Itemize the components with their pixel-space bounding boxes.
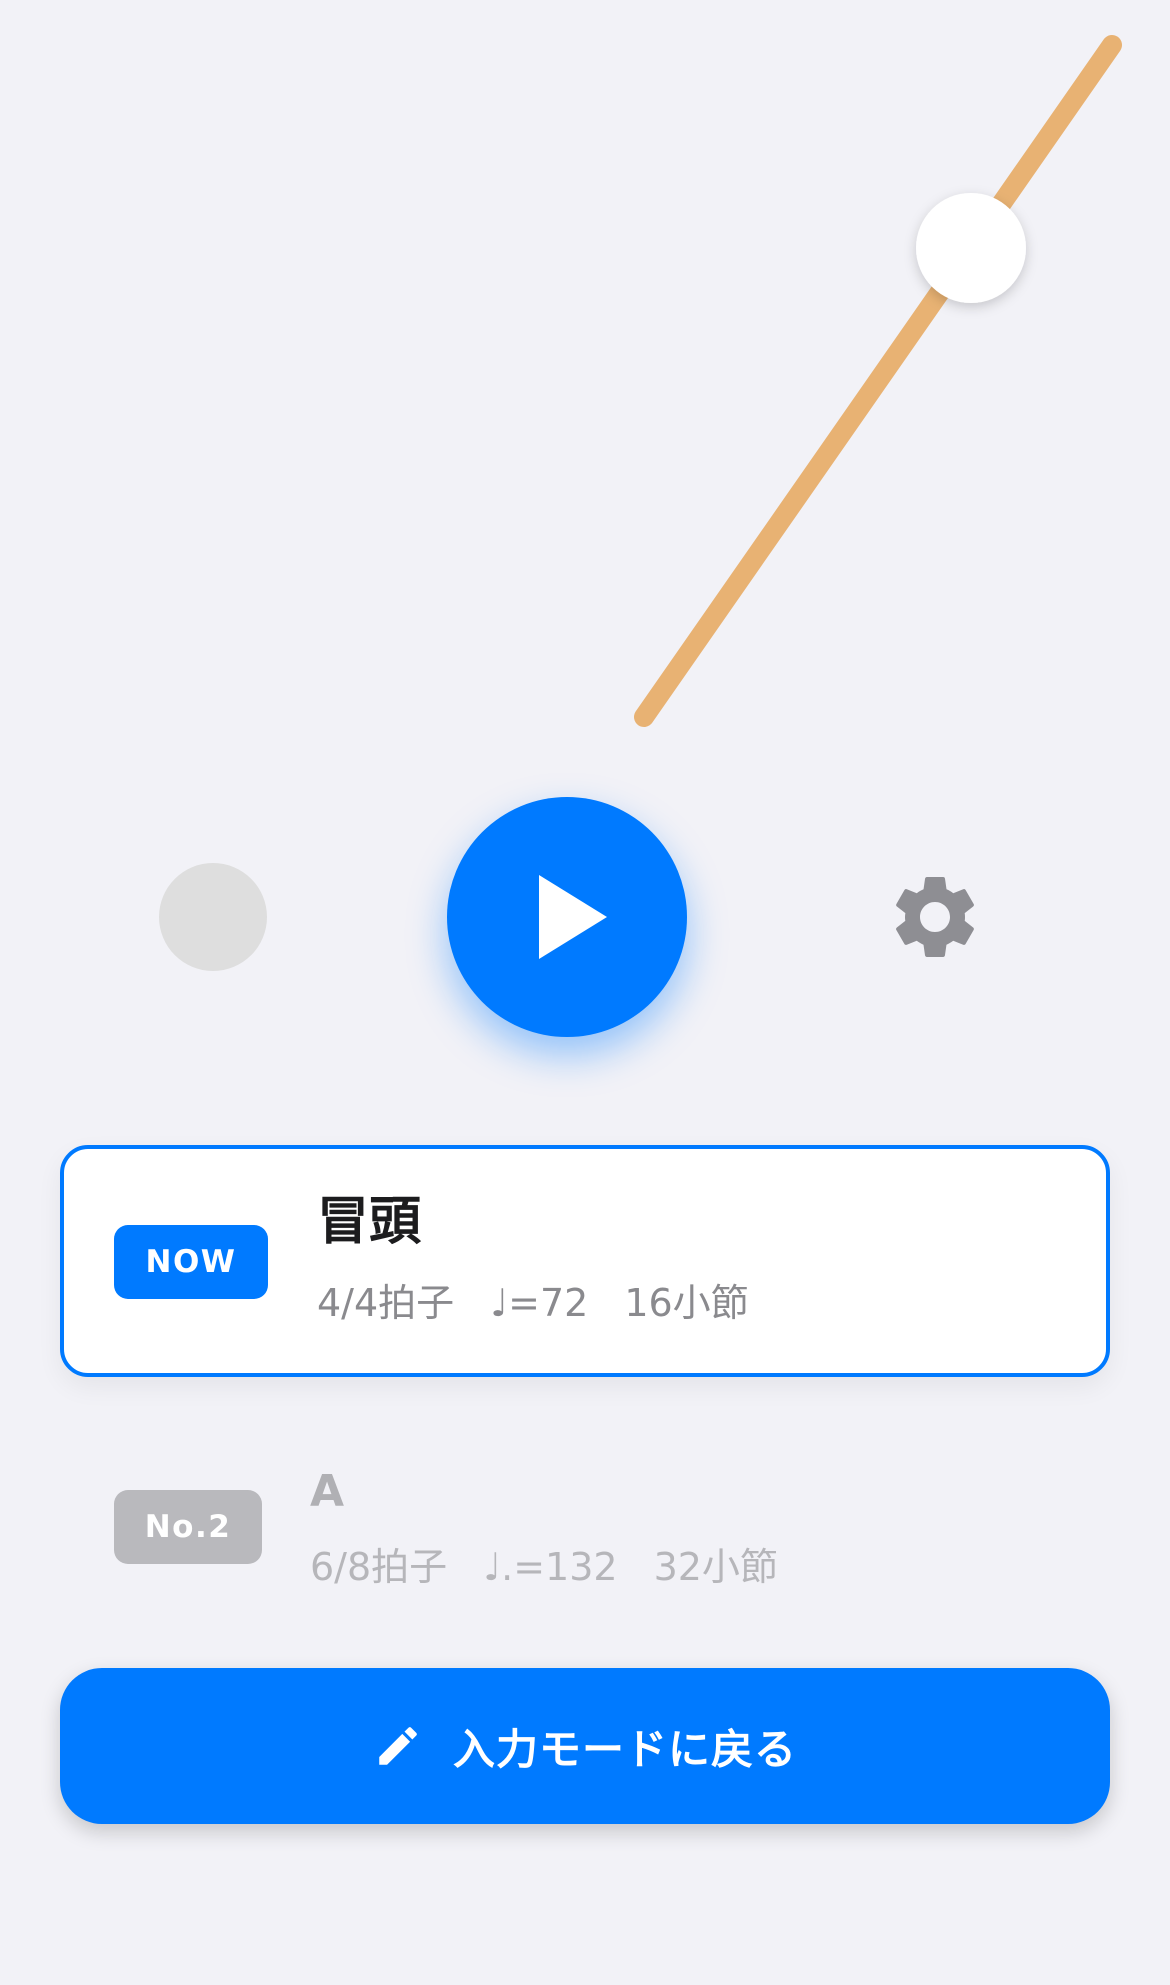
section-number-badge: No.2 bbox=[114, 1490, 262, 1564]
gear-icon bbox=[896, 876, 974, 957]
pendulum-rod bbox=[634, 35, 1122, 727]
tempo-value: =132 bbox=[513, 1545, 618, 1589]
measure-count: 32小節 bbox=[653, 1545, 778, 1589]
dotted-quarter-note-icon: ♩. bbox=[483, 1545, 514, 1589]
time-signature: 4/4拍子 bbox=[317, 1281, 455, 1325]
beat-indicator bbox=[159, 863, 267, 971]
section-title: 冒頭 bbox=[317, 1192, 422, 1252]
settings-button[interactable] bbox=[880, 862, 990, 972]
back-button-label: 入力モードに戻る bbox=[452, 1724, 797, 1774]
metronome-pendulum-area bbox=[0, 0, 1170, 760]
pencil-icon bbox=[379, 1727, 417, 1765]
next-section-card[interactable]: No.2 A 6/8拍子 ♩.=132 32小節 bbox=[60, 1410, 1110, 1642]
current-section-card[interactable]: NOW 冒頭 4/4拍子 ♩=72 16小節 bbox=[60, 1145, 1110, 1377]
pendulum-weight[interactable] bbox=[916, 193, 1026, 303]
section-meta: 4/4拍子 ♩=72 16小節 bbox=[317, 1284, 749, 1322]
play-button[interactable] bbox=[447, 797, 687, 1037]
measure-count: 16小節 bbox=[624, 1281, 749, 1325]
back-to-input-mode-button[interactable]: 入力モードに戻る bbox=[60, 1668, 1110, 1824]
time-signature: 6/8拍子 bbox=[310, 1545, 448, 1589]
quarter-note-icon: ♩ bbox=[490, 1281, 509, 1325]
now-badge: NOW bbox=[114, 1225, 268, 1299]
metronome-graphic bbox=[634, 35, 1122, 727]
next-section-title: A bbox=[310, 1466, 345, 1517]
next-section-meta: 6/8拍子 ♩.=132 32小節 bbox=[310, 1548, 778, 1586]
tempo-value: =72 bbox=[508, 1281, 589, 1325]
play-icon bbox=[539, 875, 607, 959]
